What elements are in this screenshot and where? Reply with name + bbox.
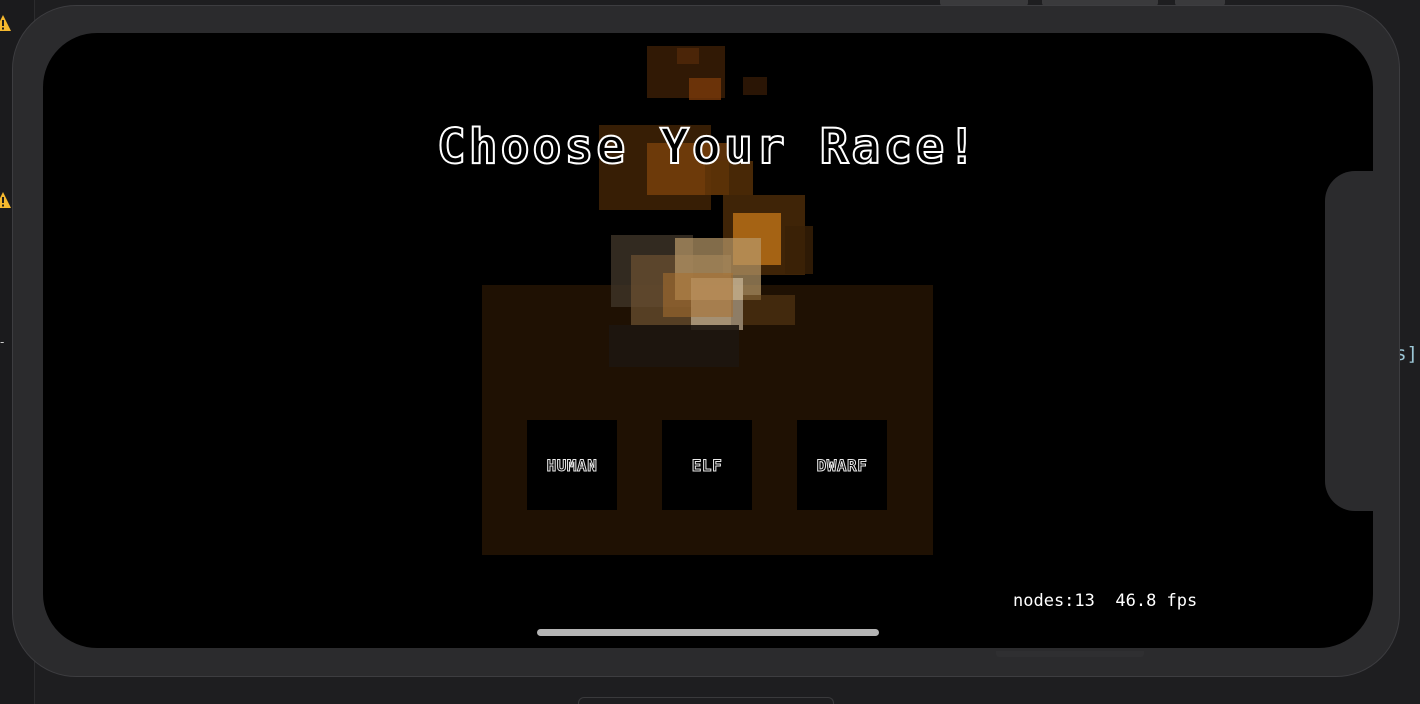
home-indicator[interactable]	[537, 629, 879, 636]
editor-bottom-tab[interactable]	[578, 697, 834, 704]
gutter-mark: -	[0, 335, 5, 349]
warning-icon[interactable]	[0, 14, 12, 32]
device-notch	[1325, 171, 1373, 511]
fps-counter: 46.8 fps	[1115, 591, 1198, 611]
game-screen: Choose Your Race! HUMAN ELF DWARF nodes:…	[43, 33, 1373, 648]
page-title: Choose Your Race!	[436, 118, 980, 176]
debug-stats: nodes:13 46.8 fps	[1013, 591, 1197, 611]
human-race-button[interactable]: HUMAN	[527, 420, 617, 510]
elf-race-button[interactable]: ELF	[662, 420, 752, 510]
node-count: nodes:13	[1013, 591, 1095, 611]
device-side-button	[996, 651, 1144, 657]
warning-icon[interactable]	[0, 191, 12, 209]
dwarf-race-button[interactable]: DWARF	[797, 420, 887, 510]
